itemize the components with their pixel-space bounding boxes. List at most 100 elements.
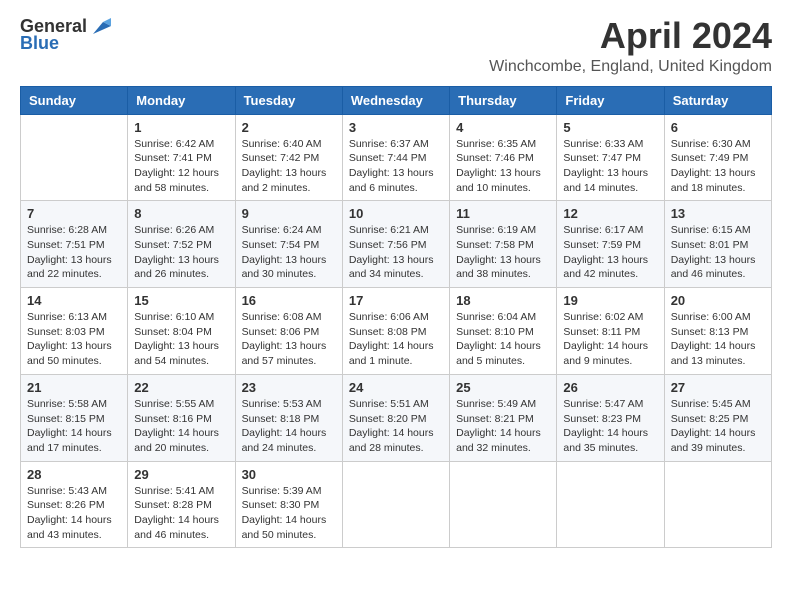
day-number: 5: [563, 120, 657, 135]
calendar-cell: 5 Sunrise: 6:33 AM Sunset: 7:47 PM Daylig…: [557, 114, 664, 201]
calendar-cell: [21, 114, 128, 201]
day-number: 2: [242, 120, 336, 135]
calendar-cell: 15Sunrise: 6:10 AM Sunset: 8:04 PM Dayli…: [128, 288, 235, 375]
header-day-wednesday: Wednesday: [342, 86, 449, 114]
day-number: 30: [242, 467, 336, 482]
calendar-cell: [557, 461, 664, 548]
header-day-saturday: Saturday: [664, 86, 771, 114]
calendar-cell: 28 Sunrise: 5:43 AM Sunset: 8:26 PM Dayli…: [21, 461, 128, 548]
day-number: 4: [456, 120, 550, 135]
day-info: Sunrise: 5:45 AM Sunset: 8:25 PM Dayligh…: [671, 397, 765, 456]
day-number: 29: [134, 467, 228, 482]
calendar-cell: [450, 461, 557, 548]
calendar-cell: 10 Sunrise: 6:21 AM Sunset: 7:56 PM Dayli…: [342, 201, 449, 288]
day-number: 10: [349, 206, 443, 221]
day-number: 26: [563, 380, 657, 395]
day-number: 1: [134, 120, 228, 135]
calendar-cell: 12 Sunrise: 6:17 AM Sunset: 7:59 PM Dayli…: [557, 201, 664, 288]
month-title: April 2024: [489, 16, 772, 56]
day-number: 14: [27, 293, 121, 308]
day-info: Sunrise: 6:15 AM Sunset: 8:01 PM Dayligh…: [671, 223, 765, 282]
week-row-3: 14 Sunrise: 6:13 AM Sunset: 8:03 PM Dayli…: [21, 288, 772, 375]
day-info: Sunrise: 6:37 AM Sunset: 7:44 PM Dayligh…: [349, 137, 443, 196]
calendar-cell: 6 Sunrise: 6:30 AM Sunset: 7:49 PM Daylig…: [664, 114, 771, 201]
header-day-friday: Friday: [557, 86, 664, 114]
day-info: Sunrise: 5:41 AM Sunset: 8:28 PM Dayligh…: [134, 484, 228, 543]
week-row-4: 21 Sunrise: 5:58 AM Sunset: 8:15 PM Dayli…: [21, 374, 772, 461]
day-info: Sunrise: 5:51 AM Sunset: 8:20 PM Dayligh…: [349, 397, 443, 456]
day-number: 21: [27, 380, 121, 395]
calendar-table: SundayMondayTuesdayWednesdayThursdayFrid…: [20, 86, 772, 549]
calendar-cell: 22 Sunrise: 5:55 AM Sunset: 8:16 PM Dayli…: [128, 374, 235, 461]
day-info: Sunrise: 5:53 AM Sunset: 8:18 PM Dayligh…: [242, 397, 336, 456]
week-row-1: 1 Sunrise: 6:42 AM Sunset: 7:41 PM Daylig…: [21, 114, 772, 201]
calendar-cell: 25Sunrise: 5:49 AM Sunset: 8:21 PM Dayli…: [450, 374, 557, 461]
calendar-cell: 16 Sunrise: 6:08 AM Sunset: 8:06 PM Dayli…: [235, 288, 342, 375]
calendar-cell: 8Sunrise: 6:26 AM Sunset: 7:52 PM Daylig…: [128, 201, 235, 288]
day-info: Sunrise: 6:33 AM Sunset: 7:47 PM Dayligh…: [563, 137, 657, 196]
calendar-cell: 23 Sunrise: 5:53 AM Sunset: 8:18 PM Dayli…: [235, 374, 342, 461]
header-day-monday: Monday: [128, 86, 235, 114]
day-number: 23: [242, 380, 336, 395]
day-number: 24: [349, 380, 443, 395]
day-info: Sunrise: 5:47 AM Sunset: 8:23 PM Dayligh…: [563, 397, 657, 456]
calendar-cell: [342, 461, 449, 548]
calendar-cell: 7 Sunrise: 6:28 AM Sunset: 7:51 PM Daylig…: [21, 201, 128, 288]
calendar-cell: 27 Sunrise: 5:45 AM Sunset: 8:25 PM Dayli…: [664, 374, 771, 461]
day-info: Sunrise: 6:21 AM Sunset: 7:56 PM Dayligh…: [349, 223, 443, 282]
day-info: Sunrise: 5:58 AM Sunset: 8:15 PM Dayligh…: [27, 397, 121, 456]
day-number: 22: [134, 380, 228, 395]
day-info: Sunrise: 6:19 AM Sunset: 7:58 PM Dayligh…: [456, 223, 550, 282]
page-header: General Blue April 2024 Winchcombe, Engl…: [20, 16, 772, 76]
title-block: April 2024 Winchcombe, England, United K…: [489, 16, 772, 76]
day-info: Sunrise: 5:43 AM Sunset: 8:26 PM Dayligh…: [27, 484, 121, 543]
day-info: Sunrise: 6:28 AM Sunset: 7:51 PM Dayligh…: [27, 223, 121, 282]
calendar-cell: 1 Sunrise: 6:42 AM Sunset: 7:41 PM Daylig…: [128, 114, 235, 201]
calendar-cell: 30 Sunrise: 5:39 AM Sunset: 8:30 PM Dayli…: [235, 461, 342, 548]
day-number: 12: [563, 206, 657, 221]
week-row-2: 7 Sunrise: 6:28 AM Sunset: 7:51 PM Daylig…: [21, 201, 772, 288]
header-day-sunday: Sunday: [21, 86, 128, 114]
header-day-tuesday: Tuesday: [235, 86, 342, 114]
day-info: Sunrise: 6:40 AM Sunset: 7:42 PM Dayligh…: [242, 137, 336, 196]
day-number: 17: [349, 293, 443, 308]
day-number: 27: [671, 380, 765, 395]
week-row-5: 28 Sunrise: 5:43 AM Sunset: 8:26 PM Dayli…: [21, 461, 772, 548]
calendar-cell: 4 Sunrise: 6:35 AM Sunset: 7:46 PM Daylig…: [450, 114, 557, 201]
calendar-cell: 13Sunrise: 6:15 AM Sunset: 8:01 PM Dayli…: [664, 201, 771, 288]
day-number: 16: [242, 293, 336, 308]
day-info: Sunrise: 5:39 AM Sunset: 8:30 PM Dayligh…: [242, 484, 336, 543]
calendar-cell: 19Sunrise: 6:02 AM Sunset: 8:11 PM Dayli…: [557, 288, 664, 375]
calendar-cell: 26 Sunrise: 5:47 AM Sunset: 8:23 PM Dayli…: [557, 374, 664, 461]
header-row: SundayMondayTuesdayWednesdayThursdayFrid…: [21, 86, 772, 114]
day-info: Sunrise: 5:49 AM Sunset: 8:21 PM Dayligh…: [456, 397, 550, 456]
calendar-cell: 2 Sunrise: 6:40 AM Sunset: 7:42 PM Daylig…: [235, 114, 342, 201]
calendar-cell: 3Sunrise: 6:37 AM Sunset: 7:44 PM Daylig…: [342, 114, 449, 201]
calendar-cell: 9 Sunrise: 6:24 AM Sunset: 7:54 PM Daylig…: [235, 201, 342, 288]
day-info: Sunrise: 6:13 AM Sunset: 8:03 PM Dayligh…: [27, 310, 121, 369]
day-info: Sunrise: 6:30 AM Sunset: 7:49 PM Dayligh…: [671, 137, 765, 196]
day-info: Sunrise: 6:42 AM Sunset: 7:41 PM Dayligh…: [134, 137, 228, 196]
day-info: Sunrise: 6:02 AM Sunset: 8:11 PM Dayligh…: [563, 310, 657, 369]
day-info: Sunrise: 6:06 AM Sunset: 8:08 PM Dayligh…: [349, 310, 443, 369]
day-number: 15: [134, 293, 228, 308]
header-day-thursday: Thursday: [450, 86, 557, 114]
day-info: Sunrise: 6:35 AM Sunset: 7:46 PM Dayligh…: [456, 137, 550, 196]
day-info: Sunrise: 5:55 AM Sunset: 8:16 PM Dayligh…: [134, 397, 228, 456]
day-number: 20: [671, 293, 765, 308]
day-number: 6: [671, 120, 765, 135]
day-info: Sunrise: 6:24 AM Sunset: 7:54 PM Dayligh…: [242, 223, 336, 282]
day-number: 11: [456, 206, 550, 221]
day-info: Sunrise: 6:04 AM Sunset: 8:10 PM Dayligh…: [456, 310, 550, 369]
day-number: 28: [27, 467, 121, 482]
calendar-cell: 21 Sunrise: 5:58 AM Sunset: 8:15 PM Dayli…: [21, 374, 128, 461]
calendar-cell: 14 Sunrise: 6:13 AM Sunset: 8:03 PM Dayli…: [21, 288, 128, 375]
day-number: 7: [27, 206, 121, 221]
day-number: 9: [242, 206, 336, 221]
day-info: Sunrise: 6:17 AM Sunset: 7:59 PM Dayligh…: [563, 223, 657, 282]
day-info: Sunrise: 6:08 AM Sunset: 8:06 PM Dayligh…: [242, 310, 336, 369]
calendar-cell: 17 Sunrise: 6:06 AM Sunset: 8:08 PM Dayli…: [342, 288, 449, 375]
day-number: 18: [456, 293, 550, 308]
calendar-cell: 18 Sunrise: 6:04 AM Sunset: 8:10 PM Dayli…: [450, 288, 557, 375]
calendar-cell: 20Sunrise: 6:00 AM Sunset: 8:13 PM Dayli…: [664, 288, 771, 375]
